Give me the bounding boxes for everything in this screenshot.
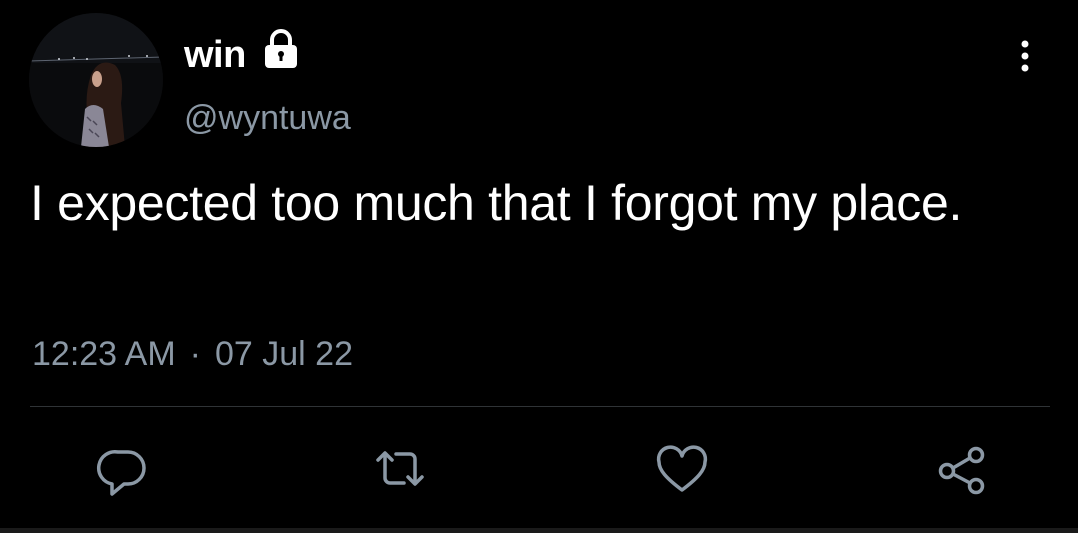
lock-icon xyxy=(259,26,303,70)
heart-icon xyxy=(656,445,708,492)
display-name[interactable]: win xyxy=(184,32,246,78)
retweet-icon xyxy=(376,451,424,486)
reply-button[interactable] xyxy=(92,440,152,500)
reply-icon xyxy=(96,449,146,496)
avatar[interactable] xyxy=(29,13,163,147)
like-button[interactable] xyxy=(652,440,712,500)
tweet-time: 12:23 AM xyxy=(32,335,176,373)
tweet-timestamp[interactable]: 12:23 AM · 07 Jul 22 xyxy=(32,332,353,376)
divider xyxy=(30,406,1050,407)
meta-separator: · xyxy=(189,335,201,373)
bottom-edge xyxy=(0,528,1078,533)
retweet-button[interactable] xyxy=(370,440,430,500)
tweet-text: I expected too much that I forgot my pla… xyxy=(30,175,963,231)
more-vertical-icon[interactable] xyxy=(1010,36,1040,76)
share-icon xyxy=(938,446,985,495)
tweet-date: 07 Jul 22 xyxy=(214,335,353,373)
share-button[interactable] xyxy=(932,440,992,500)
user-handle[interactable]: @wyntuwa xyxy=(184,96,351,140)
